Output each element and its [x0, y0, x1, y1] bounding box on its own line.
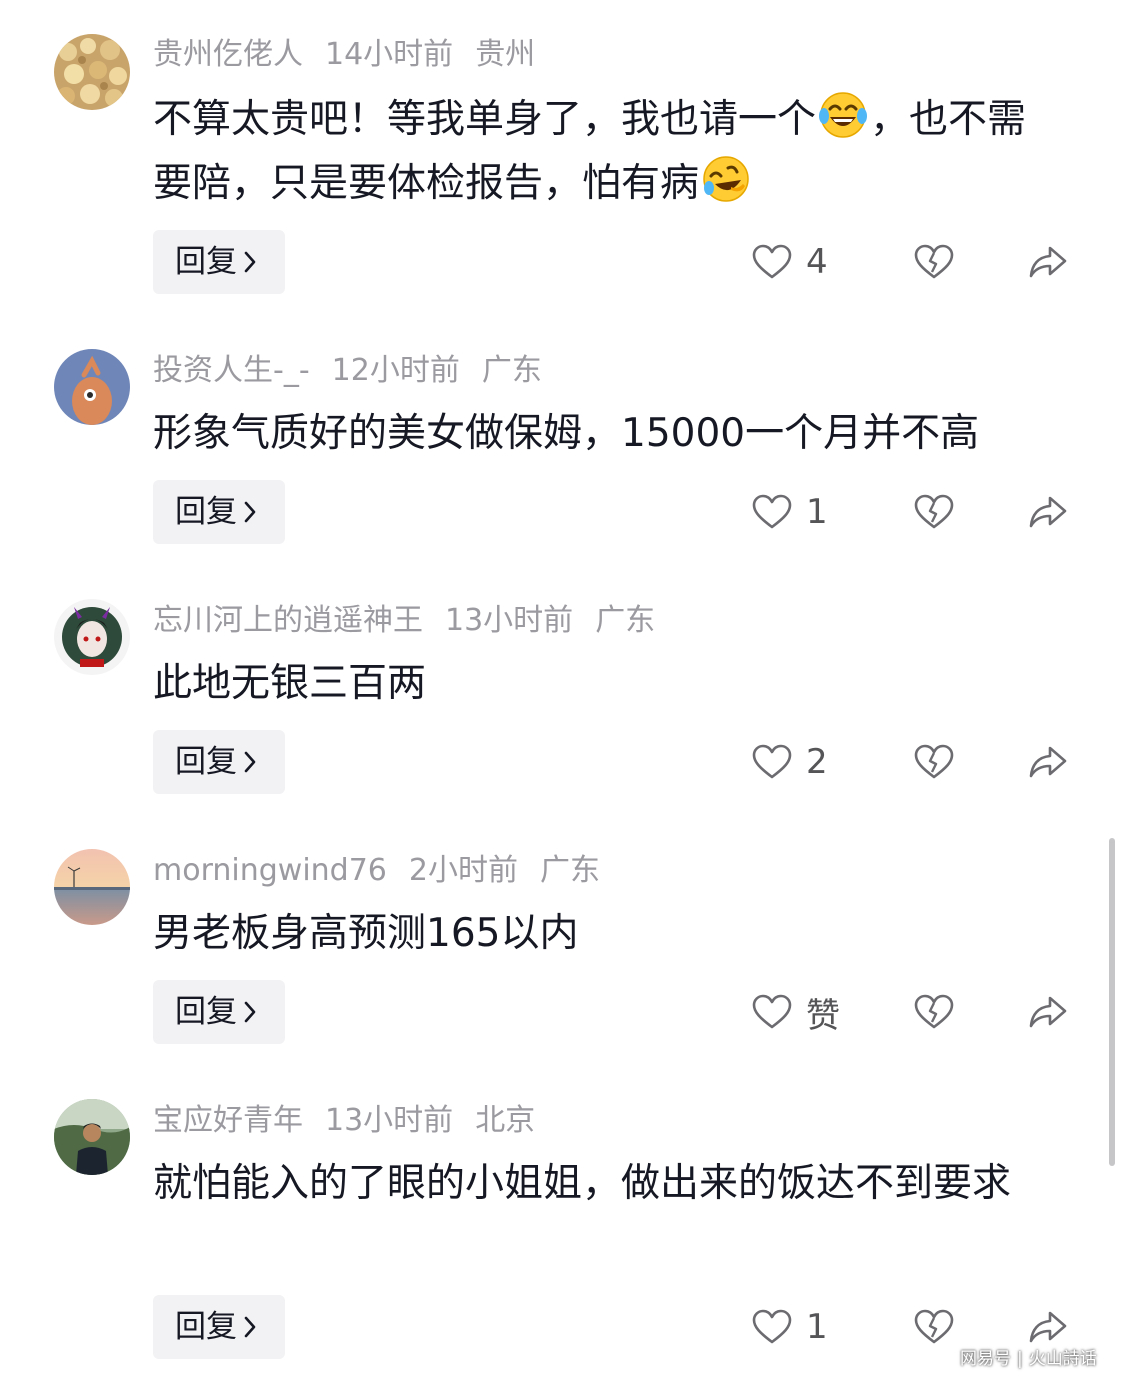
dislike-button[interactable]: [914, 980, 954, 1044]
chevron-right-icon: [244, 1001, 256, 1023]
heart-icon: [752, 744, 792, 779]
comment-text: 此地无银三百两: [153, 661, 427, 706]
chevron-right-icon: [244, 251, 256, 273]
reply-button[interactable]: 回复: [153, 1295, 285, 1359]
chevron-right-icon: [244, 751, 256, 773]
share-arrow-icon: [1029, 496, 1067, 528]
share-arrow-icon: [1029, 746, 1067, 778]
username[interactable]: 忘川河上的逍遥神王: [153, 603, 423, 638]
comment-text: 男老板身高预测165以内: [153, 911, 579, 956]
heart-icon: [752, 244, 792, 279]
broken-heart-icon: [914, 494, 954, 529]
comment-text: 形象气质好的美女做保姆，15000一个月并不高: [153, 411, 980, 456]
cartoon-character-avatar-icon: [54, 349, 130, 425]
avatar[interactable]: [54, 849, 130, 925]
like-count: 1: [806, 1307, 828, 1347]
mushroom-photo-avatar-icon: [54, 34, 130, 110]
share-button[interactable]: [1028, 230, 1068, 294]
watermark-author: 火山詩话: [1028, 1349, 1097, 1369]
comment-meta: morningwind76 2小时前 广东: [153, 849, 622, 893]
like-button[interactable]: 赞: [752, 980, 840, 1044]
heart-icon: [752, 1309, 792, 1344]
username[interactable]: 宝应好青年: [153, 1103, 303, 1138]
comment-location: 广东: [481, 353, 542, 388]
avatar[interactable]: [54, 599, 130, 675]
watermark: 网易号 | 火山詩话: [960, 1344, 1097, 1369]
comment-text: 不算太贵吧！等我单身了，我也请一个 ，也不需要陪，只是要体检报告，怕有病: [153, 88, 1063, 216]
broken-heart-icon: [914, 994, 954, 1029]
watermark-divider: |: [1017, 1349, 1023, 1369]
reply-button[interactable]: 回复: [153, 730, 285, 794]
like-count: 1: [806, 492, 828, 532]
like-count: 4: [806, 242, 828, 282]
dislike-button[interactable]: [914, 480, 954, 544]
comment-time: 12小时前: [331, 353, 460, 388]
comment-location: 广东: [595, 603, 656, 638]
share-arrow-icon: [1029, 996, 1067, 1028]
comment-time: 13小时前: [325, 1103, 454, 1138]
reply-label: 回复: [175, 244, 237, 280]
like-button[interactable]: 1: [752, 480, 828, 544]
tears-of-joy-emoji-icon: [819, 92, 868, 138]
dislike-button[interactable]: [914, 230, 954, 294]
share-button[interactable]: [1028, 480, 1068, 544]
comment-meta: 宝应好青年 13小时前 北京: [153, 1099, 557, 1143]
comment-time: 2小时前: [408, 853, 518, 888]
avatar[interactable]: [54, 1099, 130, 1175]
share-arrow-icon: [1029, 246, 1067, 278]
comment-time: 13小时前: [445, 603, 574, 638]
comment-location: 广东: [540, 853, 600, 888]
comment-location: 贵州: [475, 37, 536, 72]
reply-button[interactable]: 回复: [153, 230, 285, 294]
like-button[interactable]: 1: [752, 1295, 828, 1359]
reply-button[interactable]: 回复: [153, 980, 285, 1044]
sunset-sea-avatar-icon: [54, 849, 130, 925]
rolling-laughing-emoji-icon: [703, 156, 749, 202]
share-button[interactable]: [1028, 980, 1068, 1044]
username[interactable]: 贵州仡佬人: [153, 37, 303, 72]
broken-heart-icon: [914, 1309, 954, 1344]
share-arrow-icon: [1029, 1311, 1067, 1343]
watermark-source: 网易号: [960, 1349, 1011, 1369]
like-button[interactable]: 2: [752, 730, 828, 794]
share-button[interactable]: [1028, 730, 1068, 794]
comment-text-part: 不算太贵吧！等我单身了，我也请一个: [153, 97, 817, 142]
comment-time: 14小时前: [325, 37, 454, 72]
reply-label: 回复: [175, 1309, 237, 1345]
username[interactable]: 投资人生-_-: [153, 353, 310, 388]
dislike-button[interactable]: [914, 730, 954, 794]
reply-label: 回复: [175, 744, 237, 780]
reply-label: 回复: [175, 494, 237, 530]
comment-location: 北京: [475, 1103, 536, 1138]
like-count: 2: [806, 742, 828, 782]
like-button[interactable]: 4: [752, 230, 828, 294]
dislike-button[interactable]: [914, 1295, 954, 1359]
comment-meta: 投资人生-_- 12小时前 广东: [153, 349, 564, 393]
username[interactable]: morningwind76: [153, 853, 387, 888]
avatar[interactable]: [54, 349, 130, 425]
broken-heart-icon: [914, 744, 954, 779]
heart-icon: [752, 994, 792, 1029]
man-photo-avatar-icon: [54, 1099, 130, 1175]
comment-meta: 忘川河上的逍遥神王 13小时前 广东: [153, 599, 677, 643]
reply-button[interactable]: 回复: [153, 480, 285, 544]
broken-heart-icon: [914, 244, 954, 279]
comment-meta: 贵州仡佬人 14小时前 贵州: [153, 33, 557, 77]
heart-icon: [752, 494, 792, 529]
reply-label: 回复: [175, 994, 237, 1030]
anime-demon-avatar-icon: [54, 599, 130, 675]
chevron-right-icon: [244, 1316, 256, 1338]
chevron-right-icon: [244, 501, 256, 523]
scrollbar[interactable]: [1109, 838, 1115, 1166]
avatar[interactable]: [54, 34, 130, 110]
like-count: 赞: [806, 995, 840, 1036]
comment-text: 就怕能入的了眼的小姐姐，做出来的饭达不到要求: [153, 1161, 1012, 1206]
